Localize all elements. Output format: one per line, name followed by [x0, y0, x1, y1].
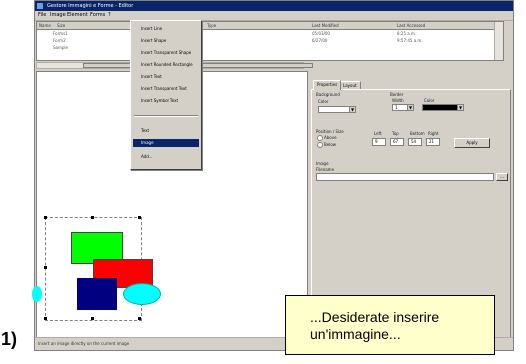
radio-above-label: Above — [324, 135, 337, 140]
menu-item-insert-transparent-text[interactable]: Insert Transparent Text — [133, 85, 199, 93]
coord-top-value: 67 — [393, 139, 399, 144]
apply-button[interactable]: Apply — [454, 138, 490, 148]
resize-handle[interactable] — [91, 317, 94, 320]
border-color-label: Color — [424, 98, 435, 103]
window-title: Gestore Immagini e Forme - Editor — [47, 3, 134, 9]
callout-line-2: un'immagine... — [310, 326, 401, 342]
resize-handle[interactable] — [138, 216, 141, 219]
list-item-name: Forms1 — [53, 31, 68, 36]
border-width-value: 1 — [395, 105, 398, 110]
element-menu-dropdown: Insert Line Insert Shape Insert Transpar… — [130, 20, 202, 170]
menu-image[interactable]: Image — [50, 12, 66, 18]
menu-help[interactable]: ? — [108, 12, 111, 18]
list-item[interactable]: Form2 6/27/00 9:57:45 a.m. — [37, 38, 503, 44]
position-label: Position / Size — [316, 129, 344, 134]
tab-properties[interactable]: Properties — [313, 80, 342, 90]
menu-separator — [134, 115, 198, 117]
background-label: Background — [316, 92, 340, 97]
resize-handle[interactable] — [44, 216, 47, 219]
radio-below[interactable] — [317, 142, 323, 148]
radio-below-label: Below — [324, 142, 337, 147]
border-label: Border — [390, 92, 404, 97]
image-filename-label: Filename — [316, 167, 335, 172]
menu-item-insert-rounded-rectangle[interactable]: Insert Rounded Rectangle — [133, 61, 199, 69]
border-color-dropdown[interactable]: ▼ — [422, 104, 464, 111]
list-item[interactable]: Forms1 05/03/00 8:25 a.m. — [37, 31, 503, 37]
coord-bottom-input[interactable]: 54 — [408, 138, 422, 146]
column-type[interactable]: Type — [207, 22, 216, 29]
cyan-ellipse-partial[interactable] — [32, 286, 42, 302]
resize-handle[interactable] — [44, 266, 47, 269]
image-label: Image — [316, 161, 329, 166]
menu-item-insert-line[interactable]: Insert Line — [133, 25, 199, 33]
border-width-dropdown[interactable]: 1 ▼ — [392, 104, 414, 111]
menu-item-insert-transparent-shape[interactable]: Insert Transparent Shape — [133, 49, 199, 57]
list-item-time: 9:57:45 a.m. — [397, 38, 423, 43]
column-size[interactable]: Size — [57, 22, 65, 29]
file-list[interactable]: Name Size Type Last Modified Last Access… — [36, 21, 504, 61]
menu-item-insert-symbol-text[interactable]: Insert Symbol Text — [133, 97, 199, 105]
coord-top-label: Top — [392, 131, 399, 136]
list-item[interactable]: Sample — [37, 45, 503, 51]
resize-handle[interactable] — [138, 317, 141, 320]
background-color-dropdown[interactable]: ▼ — [318, 106, 356, 113]
background-color-label: Color — [318, 99, 329, 104]
radio-above[interactable] — [317, 135, 323, 141]
coord-left-input[interactable]: 9 — [372, 138, 386, 146]
step-label: 1) — [1, 329, 18, 349]
chevron-down-icon: ▼ — [349, 107, 355, 112]
menu-file[interactable]: File — [38, 12, 46, 18]
cyan-ellipse[interactable] — [123, 283, 161, 305]
border-width-label: Width — [392, 98, 404, 103]
instruction-callout: ...Desiderate inserire un'immagine... — [285, 295, 495, 355]
list-vertical-scrollbar[interactable] — [494, 22, 503, 60]
navy-rectangle[interactable] — [77, 278, 117, 310]
list-item-date: 05/03/00 — [312, 31, 330, 36]
app-icon — [37, 3, 43, 9]
menu-element[interactable]: Element — [67, 12, 88, 18]
menu-item-text[interactable]: Text — [133, 127, 199, 135]
coord-bottom-label: Bottom — [410, 131, 425, 136]
chevron-down-icon: ▼ — [457, 105, 463, 110]
list-header: Name Size Type Last Modified Last Access… — [37, 22, 503, 30]
menu-bar: File Image Element Forms ? — [35, 11, 513, 21]
menu-item-image[interactable]: Image — [133, 139, 199, 147]
title-bar: Gestore Immagini e Forme - Editor — [35, 1, 513, 11]
resize-handle[interactable] — [44, 317, 47, 320]
list-item-name: Sample — [53, 45, 68, 50]
menu-item-insert-shape[interactable]: Insert Shape — [133, 37, 199, 45]
coord-bottom-value: 54 — [411, 139, 417, 144]
list-item-name: Form2 — [53, 38, 66, 43]
coord-top-input[interactable]: 67 — [390, 138, 404, 146]
list-item-time: 8:25 a.m. — [397, 31, 417, 36]
column-name[interactable]: Name — [39, 22, 51, 29]
coord-right-value: 21 — [429, 139, 435, 144]
list-item-date: 6/27/00 — [312, 38, 328, 43]
image-filename-input[interactable] — [316, 173, 494, 181]
chevron-down-icon: ▼ — [407, 105, 413, 110]
coord-left-label: Left — [374, 131, 382, 136]
resize-handle[interactable] — [91, 216, 94, 219]
menu-item-add[interactable]: Add... — [133, 153, 199, 161]
coord-right-input[interactable]: 21 — [426, 138, 440, 146]
column-modified[interactable]: Last Modified — [312, 22, 339, 29]
callout-line-1: ...Desiderate inserire — [310, 309, 440, 325]
coord-left-value: 9 — [375, 139, 378, 144]
menu-forms[interactable]: Forms — [90, 12, 105, 18]
status-text: Insert an image directly on the current … — [38, 341, 130, 346]
coord-right-label: Right — [428, 131, 439, 136]
menu-item-insert-text[interactable]: Insert Text — [133, 73, 199, 81]
browse-button[interactable]: ... — [496, 173, 508, 181]
column-accessed[interactable]: Last Accessed — [397, 22, 425, 29]
